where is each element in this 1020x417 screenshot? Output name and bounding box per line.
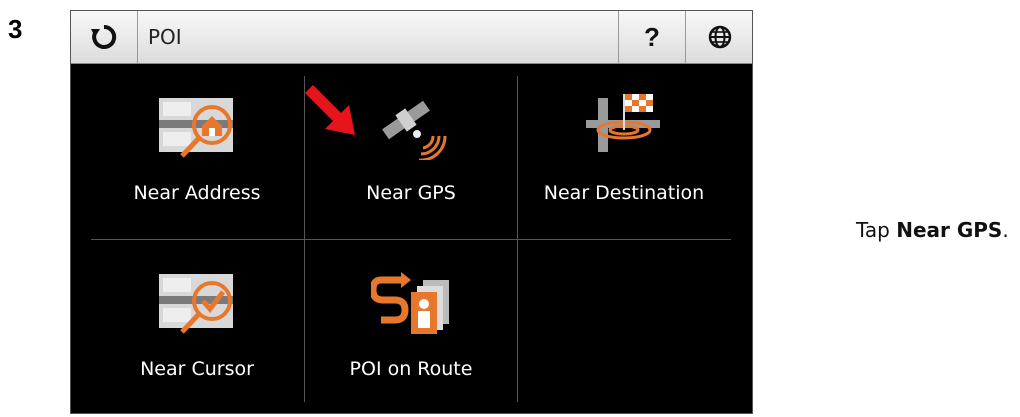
tile-label: Near GPS [366,182,456,204]
step-number: 3 [8,14,23,44]
tile-label: Near Cursor [140,358,254,380]
language-button[interactable] [685,11,753,63]
tile-poi-on-route[interactable]: POI on Route [305,240,517,414]
tile-near-destination[interactable]: Near Destination [518,64,730,238]
instruction-suffix: . [1002,218,1009,242]
poi-on-route-icon [371,272,449,334]
tile-near-cursor[interactable]: Near Cursor [91,240,303,414]
tile-label: Near Destination [543,182,705,204]
help-button[interactable]: ? [618,11,685,63]
back-button[interactable] [71,11,138,63]
near-destination-icon [586,94,660,152]
callout-arrow-icon [305,85,355,135]
near-gps-icon [382,100,447,160]
near-address-icon [159,98,233,158]
globe-icon [708,25,731,49]
device-screen: POI ? Near Address Near GPS Near Destina… [70,10,753,414]
page-title: POI [148,25,182,49]
title-bar: POI ? [71,11,752,64]
near-cursor-icon [159,274,233,334]
poi-options-grid: Near Address Near GPS Near Destination N… [71,64,752,413]
tile-near-address[interactable]: Near Address [91,64,303,238]
help-icon: ? [644,21,660,52]
tile-label: POI on Route [349,358,473,380]
tile-label: Near Address [133,182,261,204]
instruction-text: Tap Near GPS. [856,218,1009,242]
instruction-prefix: Tap [856,218,897,242]
instruction-emphasis: Near GPS [896,218,1003,242]
refresh-back-icon [91,24,117,49]
